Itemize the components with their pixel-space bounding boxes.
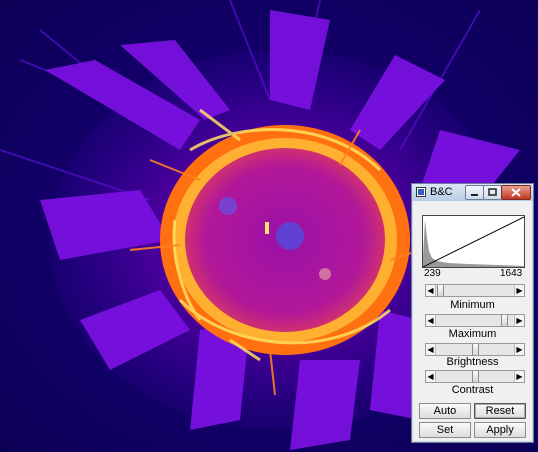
display-min-value: 239 <box>424 268 441 279</box>
histogram-plot <box>422 215 525 268</box>
set-button[interactable]: Set <box>419 422 471 438</box>
arrow-left-icon[interactable]: ◀ <box>426 344 436 355</box>
minimum-slider[interactable]: ◀ ▶ <box>425 284 525 297</box>
maximum-label: Maximum <box>448 328 497 340</box>
minimum-slider-thumb[interactable] <box>437 285 445 296</box>
reset-button[interactable]: Reset <box>474 403 526 419</box>
arrow-left-icon[interactable]: ◀ <box>426 285 436 296</box>
maximize-button[interactable] <box>483 185 502 200</box>
contrast-label: Contrast <box>451 384 494 396</box>
arrow-right-icon[interactable]: ▶ <box>514 344 524 355</box>
brightness-label: Brightness <box>446 356 499 368</box>
maximum-slider-thumb[interactable] <box>501 315 509 326</box>
maximum-slider[interactable]: ◀ ▶ <box>425 314 525 327</box>
dialog-title: B&C <box>430 186 453 198</box>
contrast-slider-thumb[interactable] <box>471 371 479 382</box>
close-button[interactable] <box>501 185 531 200</box>
arrow-left-icon[interactable]: ◀ <box>426 371 436 382</box>
arrow-left-icon[interactable]: ◀ <box>426 315 436 326</box>
auto-button[interactable]: Auto <box>419 403 471 419</box>
arrow-right-icon[interactable]: ▶ <box>514 315 524 326</box>
brightness-contrast-dialog: B&C 239 1643 ◀ ▶ Minimum ◀ ▶ Maximum ◀ ▶ <box>411 183 534 443</box>
apply-button[interactable]: Apply <box>474 422 526 438</box>
contrast-slider[interactable]: ◀ ▶ <box>425 370 525 383</box>
minimize-icon <box>471 194 478 196</box>
dialog-titlebar[interactable]: B&C <box>412 184 533 201</box>
minimize-button[interactable] <box>465 185 484 200</box>
minimum-label: Minimum <box>450 299 495 311</box>
close-icon <box>511 188 521 197</box>
brightness-slider-thumb[interactable] <box>471 344 479 355</box>
brightness-slider[interactable]: ◀ ▶ <box>425 343 525 356</box>
maximize-icon <box>488 188 497 196</box>
window-icon <box>416 187 426 197</box>
display-max-value: 1643 <box>500 268 523 279</box>
display-range-line <box>423 216 524 267</box>
arrow-right-icon[interactable]: ▶ <box>514 371 524 382</box>
arrow-right-icon[interactable]: ▶ <box>514 285 524 296</box>
